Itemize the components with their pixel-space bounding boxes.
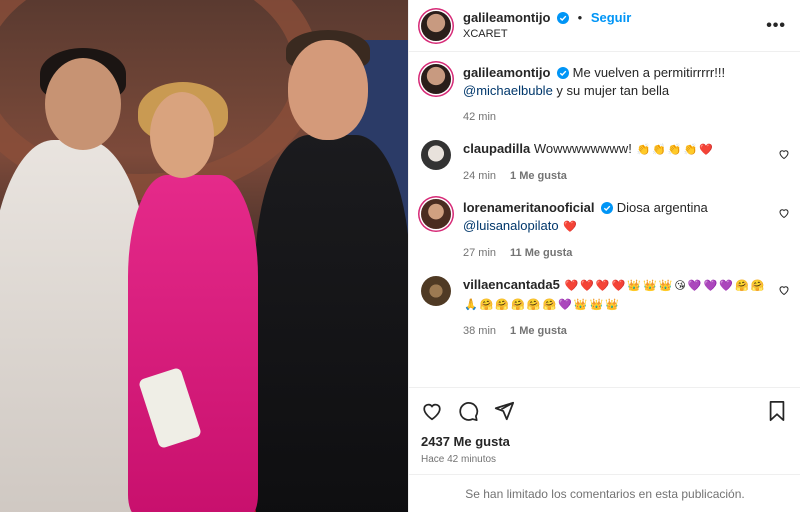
comment-bubble-icon[interactable] bbox=[457, 400, 479, 422]
instagram-post-modal: galileamontijo • Seguir XCARET ••• galil… bbox=[0, 0, 800, 512]
person-center-face bbox=[150, 92, 214, 178]
comment-emoji: 🤗 bbox=[750, 280, 765, 292]
person-right-face bbox=[288, 40, 368, 140]
person-left-face bbox=[45, 58, 121, 150]
like-heart-icon[interactable] bbox=[421, 400, 443, 422]
comment-emoji: 👑 bbox=[589, 299, 604, 311]
comment-emoji: 🤗 bbox=[542, 299, 557, 311]
comment-emoji: 💜 bbox=[687, 280, 702, 292]
comment-likes[interactable]: 1 Me gusta bbox=[510, 322, 567, 340]
person-right-suit bbox=[255, 135, 408, 512]
more-options-icon[interactable]: ••• bbox=[766, 17, 786, 35]
comment-item: lorenameritanooficial Diosa argentina @l… bbox=[421, 199, 789, 262]
comment-emoji: 🙏 bbox=[464, 299, 478, 311]
caption-text-after: y su mujer tan bella bbox=[552, 83, 670, 98]
comment-emoji: 👑 bbox=[627, 280, 641, 292]
like-heart-icon[interactable] bbox=[778, 148, 790, 160]
comment-emoji: 👏 bbox=[652, 144, 666, 156]
post-sidebar: galileamontijo • Seguir XCARET ••• galil… bbox=[408, 0, 800, 512]
comment-mention-link[interactable]: @luisanalopilato bbox=[463, 218, 559, 233]
post-timestamp[interactable]: Hace 42 minutos bbox=[421, 454, 787, 465]
comment-emoji: 👑 bbox=[642, 280, 657, 292]
comment-text: Diosa argentina bbox=[616, 200, 708, 215]
verified-badge-icon bbox=[557, 67, 570, 79]
author-info: galileamontijo • Seguir XCARET bbox=[463, 10, 631, 42]
like-heart-icon[interactable] bbox=[778, 207, 790, 219]
post-header: galileamontijo • Seguir XCARET ••• bbox=[409, 0, 800, 52]
comment-emoji: 💜 bbox=[558, 299, 572, 311]
comment-emoji: 💜 bbox=[719, 280, 733, 292]
comment-item: villaencantada5 ❤️ ❤️ ❤️ ❤️ 👑 👑 👑 😘 💜 💜 💜 🤗 🤗🙏 🤗 🤗 🤗 🤗 🤗 💜… bbox=[421, 276, 789, 340]
comment-emoji: 💜 bbox=[703, 280, 718, 292]
comment-emoji: 😘 bbox=[674, 280, 686, 292]
author-avatar[interactable] bbox=[421, 10, 451, 41]
comment-emoji: ❤️ bbox=[611, 280, 626, 292]
caption-time[interactable]: 42 min bbox=[463, 108, 496, 126]
person-center-dress bbox=[128, 175, 258, 512]
comment-emoji: ❤️ bbox=[595, 280, 610, 292]
post-actions: 2437 Me gusta Hace 42 minutos bbox=[409, 387, 800, 465]
post-location[interactable]: XCARET bbox=[463, 26, 631, 42]
verified-badge-icon bbox=[557, 11, 570, 24]
comment-emoji: 🤗 bbox=[511, 299, 525, 311]
comment-likes[interactable]: 1 Me gusta bbox=[510, 167, 567, 185]
comment-emoji: 👏 bbox=[636, 144, 651, 156]
comment-avatar[interactable] bbox=[421, 140, 451, 170]
comment-emoji: 🤗 bbox=[495, 299, 510, 311]
post-caption: galileamontijo Me vuelven a permitirrrrr… bbox=[421, 64, 786, 126]
bookmark-save-icon[interactable] bbox=[767, 400, 787, 422]
comment-emoji: 🤗 bbox=[526, 299, 541, 311]
comment-time[interactable]: 27 min bbox=[463, 244, 496, 262]
comment-emoji: 🤗 bbox=[479, 299, 494, 311]
comment-emoji: 👑 bbox=[605, 299, 620, 311]
caption-mention-link[interactable]: @michaelbuble bbox=[463, 83, 553, 98]
comment-username[interactable]: lorenameritanooficial bbox=[463, 200, 594, 215]
share-send-icon[interactable] bbox=[493, 400, 515, 422]
comment-emoji: ❤️ bbox=[564, 280, 579, 292]
like-heart-icon[interactable] bbox=[778, 284, 790, 296]
comment-avatar[interactable] bbox=[421, 276, 451, 306]
comment-username[interactable]: claupadilla bbox=[463, 141, 530, 156]
comment-emoji: ❤️ bbox=[563, 221, 577, 233]
comments-list: galileamontijo Me vuelven a permitirrrrr… bbox=[409, 52, 800, 340]
comment-emoji: 👏 bbox=[683, 144, 698, 156]
caption-text: Me vuelven a permitirrrrr!!! bbox=[572, 65, 726, 80]
comment-emoji: ❤️ bbox=[699, 144, 713, 156]
verified-badge-icon bbox=[601, 202, 614, 214]
comment-emoji: 👏 bbox=[667, 144, 682, 156]
author-username[interactable]: galileamontijo bbox=[463, 10, 550, 25]
comment-time[interactable]: 38 min bbox=[463, 322, 496, 340]
comment-avatar[interactable] bbox=[421, 199, 451, 229]
comments-limited-notice: Se han limitado los comentarios en esta … bbox=[409, 474, 800, 512]
caption-avatar[interactable] bbox=[421, 64, 451, 94]
caption-username[interactable]: galileamontijo bbox=[463, 65, 550, 80]
comment-username[interactable]: villaencantada5 bbox=[463, 277, 560, 292]
comment-emoji: 🤗 bbox=[734, 280, 749, 292]
comment-emoji: ❤️ bbox=[580, 280, 594, 292]
post-photo[interactable] bbox=[0, 0, 408, 512]
comment-likes[interactable]: 11 Me gusta bbox=[510, 244, 572, 262]
header-separator: • bbox=[577, 9, 583, 25]
follow-button[interactable]: Seguir bbox=[591, 10, 631, 25]
likes-count[interactable]: 2437 Me gusta bbox=[421, 434, 787, 449]
comment-text: Wowwwwwwww! bbox=[533, 141, 636, 156]
comment-emoji: 👑 bbox=[658, 280, 673, 292]
comment-item: claupadilla Wowwwwwwww! 👏 👏 👏 👏 ❤️ 24 min 1 … bbox=[421, 140, 789, 185]
comment-emoji: 👑 bbox=[573, 299, 588, 311]
comment-time[interactable]: 24 min bbox=[463, 167, 496, 185]
